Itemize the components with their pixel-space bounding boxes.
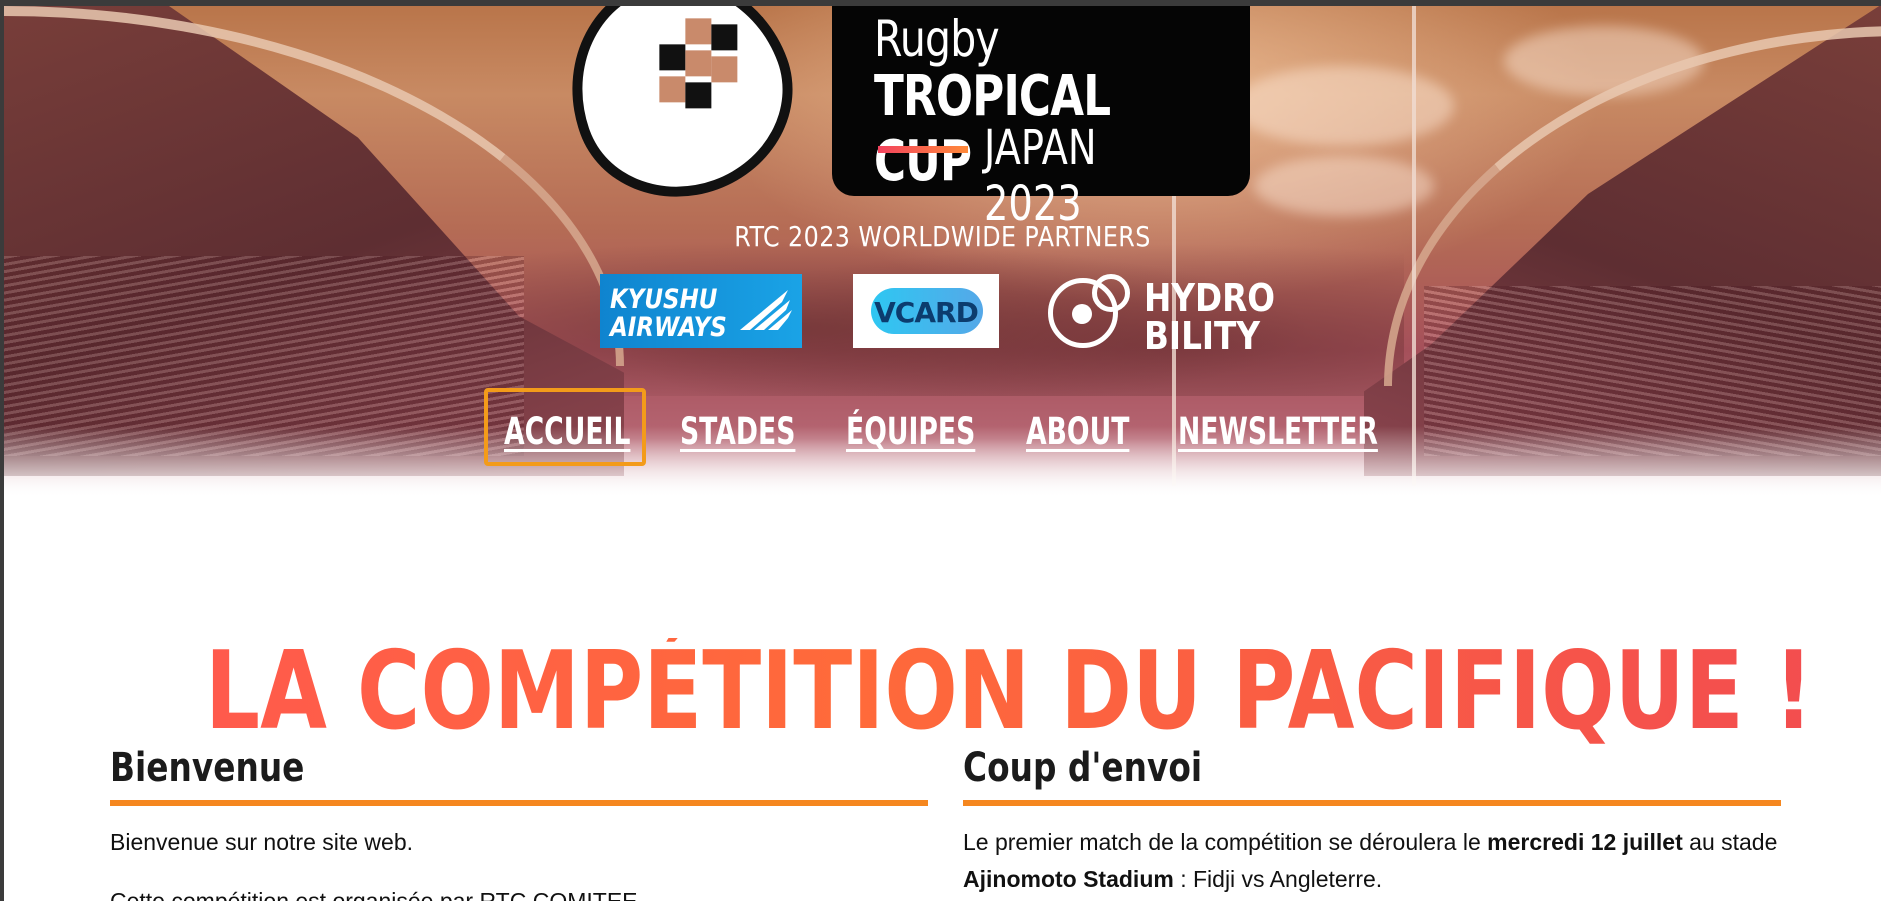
cloud	[1254, 156, 1434, 216]
hero-banner: Rugby TROPICAL CUP JAPAN 2023 RTC 2023 W…	[4, 6, 1881, 498]
partner-vcard[interactable]: VCARD	[853, 274, 999, 348]
ball-cross-mark	[653, 18, 743, 109]
kickoff-date: mercredi 12 juillet	[1487, 829, 1683, 855]
logo-accent-bar	[878, 146, 968, 153]
kickoff-text-part1: Le premier match de la compétition se dé…	[963, 829, 1488, 855]
hydro-small-ring-icon	[1092, 274, 1130, 312]
headline-rest: COMPÉTITION DU PACIFIQUE !	[357, 629, 1814, 755]
welcome-title: Bienvenue	[110, 745, 305, 791]
kickoff-text: Le premier match de la compétition se dé…	[963, 824, 1781, 898]
kickoff-stadium: Ajinomoto Stadium	[963, 866, 1174, 892]
logo-title-japan-2023: JAPAN 2023	[984, 120, 1097, 232]
hydro-dot-icon	[1072, 304, 1092, 324]
nav-item-about[interactable]: ABOUT	[1026, 410, 1129, 453]
nav-item-newsletter[interactable]: NEWSLETTER	[1178, 410, 1378, 453]
kickoff-section: Coup d'envoi Le premier match de la comp…	[963, 742, 1781, 898]
section-divider	[963, 800, 1781, 806]
page: Rugby TROPICAL CUP JAPAN 2023 RTC 2023 W…	[4, 6, 1881, 901]
kickoff-text-part2: au stade	[1682, 829, 1778, 855]
welcome-section: Bienvenue Bienvenue sur notre site web. …	[110, 742, 928, 901]
section-divider	[110, 800, 928, 806]
kickoff-title: Coup d'envoi	[963, 745, 1203, 791]
organizer-text: Cette compétition est organisée par RTC …	[110, 888, 644, 901]
partners-title: RTC 2023 WORLDWIDE PARTNERS	[734, 220, 1151, 253]
tournament-logo: Rugby TROPICAL CUP JAPAN 2023	[832, 6, 1250, 232]
partner-kyushu-line2: AIRWAYS	[610, 312, 727, 343]
main-nav: ACCUEIL STADES ÉQUIPES ABOUT NEWSLETTER	[4, 388, 1881, 468]
logo-title-rugby: Rugby	[874, 10, 1000, 68]
welcome-text: Bienvenue sur notre site web.	[110, 829, 414, 855]
partner-kyushu-line1: KYUSHU	[610, 284, 718, 315]
cloud	[1234, 66, 1454, 146]
nav-item-equipes[interactable]: ÉQUIPES	[846, 410, 975, 453]
nav-item-stades[interactable]: STADES	[680, 410, 795, 453]
wing-icon	[740, 290, 792, 330]
kickoff-text-part3: : Fidji vs Angleterre.	[1173, 866, 1383, 892]
partner-kyushu-airways[interactable]: KYUSHU AIRWAYS	[600, 274, 802, 348]
nav-item-accueil[interactable]: ACCUEIL	[504, 410, 630, 453]
partner-hydrobility[interactable]: HYDRO BILITY	[1048, 274, 1298, 358]
partner-vcard-label: VCARD	[874, 296, 979, 329]
partner-hydro-line2: BILITY	[1144, 314, 1261, 358]
page-headline: LA COMPÉTITION DU PACIFIQUE !	[4, 638, 1881, 746]
headline-strong: LA	[205, 629, 327, 755]
